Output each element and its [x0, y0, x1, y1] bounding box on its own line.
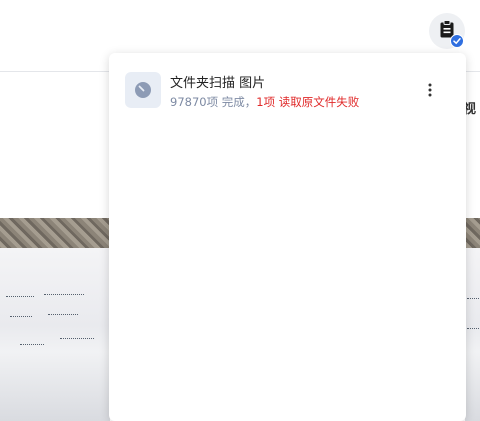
more-options-button[interactable] [418, 79, 442, 103]
background-photo-left [0, 218, 110, 421]
app-window: 视 文件夹扫描 图片 97870项 完成，1项 读取原文件失败 [0, 0, 480, 421]
check-badge-icon [450, 34, 464, 48]
task-item[interactable]: 文件夹扫描 图片 97870项 完成，1项 读取原文件失败 [125, 71, 445, 111]
task-status-failed[interactable]: 1项 读取原文件失败 [256, 95, 359, 109]
task-panel: 文件夹扫描 图片 97870项 完成，1项 读取原文件失败 [109, 53, 466, 421]
task-status: 97870项 完成，1项 读取原文件失败 [170, 94, 359, 110]
folder-scan-icon [125, 72, 161, 108]
task-status-completed: 97870项 完成， [170, 95, 257, 109]
background-photo-right [465, 218, 480, 421]
more-vertical-icon [428, 82, 432, 101]
task-title: 文件夹扫描 图片 [170, 76, 266, 91]
